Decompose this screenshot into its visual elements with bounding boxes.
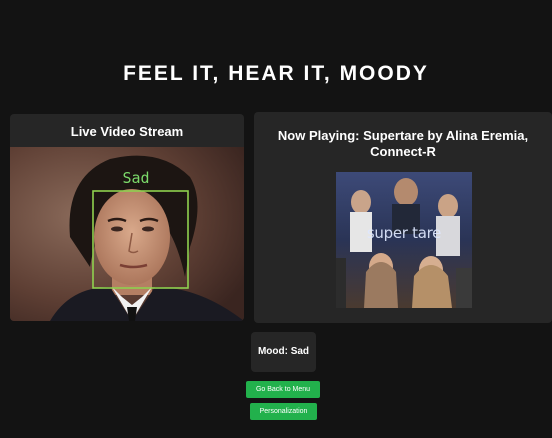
- video-panel: Live Video Stream Sad: [10, 114, 244, 321]
- mood-badge: Mood: Sad: [251, 332, 316, 372]
- video-stream: Sad: [10, 147, 244, 321]
- personalization-button[interactable]: Personalization: [250, 403, 317, 420]
- back-to-menu-button[interactable]: Go Back to Menu: [246, 381, 320, 398]
- album-art-text: super tare: [366, 224, 442, 242]
- mood-label: Mood: Sad: [257, 346, 310, 357]
- album-cover-image: super tare: [336, 172, 472, 308]
- page: FEEL IT, HEAR IT, MOODY Live Video Strea…: [0, 0, 552, 438]
- video-panel-title: Live Video Stream: [70, 124, 184, 139]
- detection-label: Sad: [122, 169, 149, 187]
- now-playing-panel: Now Playing: Supertare by Alina Eremia, …: [254, 112, 552, 323]
- app-title: FEEL IT, HEAR IT, MOODY: [123, 62, 429, 85]
- now-playing-title: Now Playing: Supertare by Alina Eremia, …: [277, 128, 529, 159]
